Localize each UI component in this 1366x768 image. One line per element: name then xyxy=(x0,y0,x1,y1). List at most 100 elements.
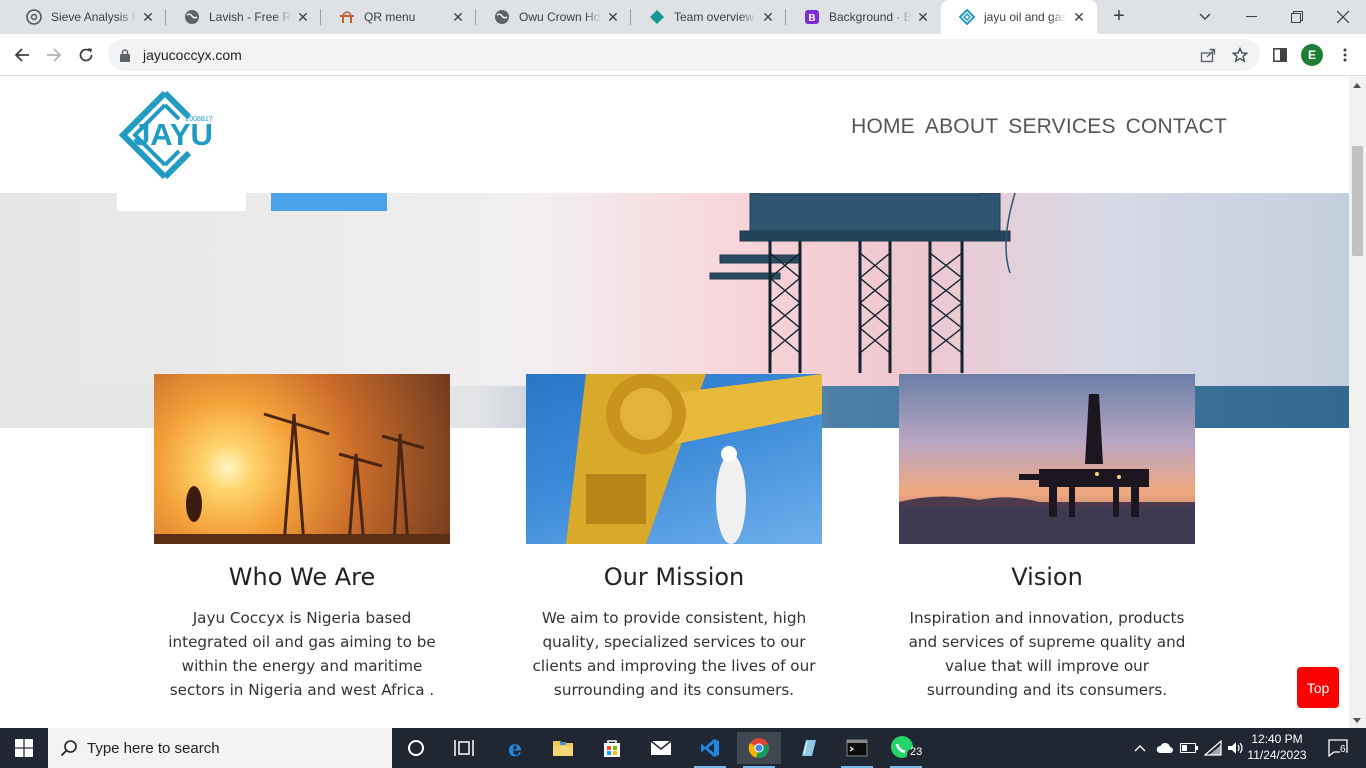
windows-logo-icon xyxy=(15,739,33,757)
close-icon[interactable]: ✕ xyxy=(605,9,621,25)
tab-title: Owu Crown Hotel xyxy=(519,10,601,24)
tab-title: Sieve Analysis Ex xyxy=(51,10,136,24)
terminal-icon[interactable] xyxy=(835,732,879,768)
windows-taskbar: Type here to search e 23 12:40 PM 11/24/… xyxy=(0,728,1366,768)
browser-toolbar: jayucoccyx.com E xyxy=(0,34,1366,76)
site-header: JAYU 2008817 HOME ABOUT SERVICES CONTACT xyxy=(0,77,1349,193)
file-explorer-icon[interactable] xyxy=(541,732,585,764)
nav-about[interactable]: ABOUT xyxy=(925,115,998,139)
nav-home[interactable]: HOME xyxy=(851,115,915,139)
system-clock[interactable]: 12:40 PM 11/24/2023 xyxy=(1247,731,1307,763)
new-tab-button[interactable]: + xyxy=(1108,6,1130,28)
search-icon xyxy=(60,739,78,757)
back-to-top-button[interactable]: Top xyxy=(1297,667,1339,708)
tab-title: Background · Bo xyxy=(829,10,911,24)
whatsapp-icon[interactable]: 23 xyxy=(884,732,928,768)
nav-services[interactable]: SERVICES xyxy=(1008,115,1115,139)
taskbar-search[interactable]: Type here to search xyxy=(48,728,392,768)
onedrive-icon[interactable] xyxy=(1154,728,1176,768)
tab-title: Lavish - Free Res xyxy=(209,10,291,24)
browser-tab[interactable]: QR menu ✕ xyxy=(321,0,476,34)
scroll-down-arrow-icon[interactable] xyxy=(1353,718,1361,723)
close-window-button[interactable] xyxy=(1320,0,1366,34)
side-panel-icon[interactable] xyxy=(1267,42,1293,68)
browser-tab[interactable]: B Background · Bo ✕ xyxy=(786,0,941,34)
back-button[interactable] xyxy=(9,42,35,68)
browser-tab-active[interactable]: jayu oil and gas ✕ xyxy=(941,0,1097,34)
card-image xyxy=(154,374,450,544)
card-vision: Vision Inspiration and innovation, produ… xyxy=(899,374,1195,702)
address-bar[interactable]: jayucoccyx.com xyxy=(108,39,1260,71)
globe-icon xyxy=(494,9,510,25)
vscode-icon[interactable] xyxy=(688,732,732,768)
qr-menu-icon xyxy=(339,9,355,25)
battery-icon[interactable] xyxy=(1178,728,1200,768)
wifi-icon[interactable] xyxy=(1202,728,1224,768)
card-title: Our Mission xyxy=(603,563,745,591)
svg-text:e: e xyxy=(508,737,522,759)
nav-contact[interactable]: CONTACT xyxy=(1126,115,1227,139)
hero-button-secondary[interactable] xyxy=(117,193,246,211)
web-page: JAYU 2008817 HOME ABOUT SERVICES CONTACT xyxy=(0,77,1349,728)
store-icon[interactable] xyxy=(590,732,634,764)
close-icon[interactable]: ✕ xyxy=(915,9,931,25)
card-our-mission: Our Mission We aim to provide consistent… xyxy=(526,374,822,702)
jayu-logo-icon xyxy=(959,9,975,25)
browser-tab[interactable]: Sieve Analysis Ex ✕ xyxy=(8,0,166,34)
card-title: Who We Are xyxy=(228,563,376,591)
clock-date: 11/24/2023 xyxy=(1247,748,1307,762)
tab-title: jayu oil and gas xyxy=(984,10,1067,24)
pumpjack-silhouette xyxy=(154,412,450,544)
reload-button[interactable] xyxy=(73,42,99,68)
edge-icon[interactable]: e xyxy=(493,732,537,764)
card-text: Jayu Coccyx is Nigeria based integrated … xyxy=(168,609,436,699)
cortana-icon[interactable] xyxy=(394,732,438,764)
volume-icon[interactable] xyxy=(1225,728,1247,768)
task-view-icon[interactable] xyxy=(442,732,486,764)
close-icon[interactable]: ✕ xyxy=(760,9,776,25)
whatsapp-badge: 23 xyxy=(910,746,923,758)
lock-icon xyxy=(120,48,132,62)
diamond-icon xyxy=(649,9,665,25)
card-image xyxy=(899,374,1195,544)
close-icon[interactable]: ✕ xyxy=(1071,9,1087,25)
main-nav: HOME ABOUT SERVICES CONTACT xyxy=(851,115,1227,139)
profile-avatar[interactable]: E xyxy=(1301,44,1323,66)
browser-tab[interactable]: Team overview | ✕ xyxy=(631,0,786,34)
page-scrollbar[interactable] xyxy=(1349,77,1366,728)
tray-overflow-icon[interactable] xyxy=(1130,728,1150,768)
svg-text:B: B xyxy=(808,13,815,24)
notepad-icon[interactable] xyxy=(786,732,830,764)
scroll-up-arrow-icon[interactable] xyxy=(1353,83,1361,88)
start-button[interactable] xyxy=(0,728,48,768)
close-icon[interactable]: ✕ xyxy=(140,9,156,25)
browser-tab-strip: Sieve Analysis Ex ✕ Lavish - Free Res ✕ … xyxy=(0,0,1366,34)
minimize-button[interactable] xyxy=(1228,0,1274,34)
globe-icon xyxy=(184,9,200,25)
close-icon[interactable]: ✕ xyxy=(450,9,466,25)
chrome-icon[interactable] xyxy=(737,732,781,768)
card-title: Vision xyxy=(1011,563,1083,591)
tab-title: QR menu xyxy=(364,10,416,24)
forward-button[interactable] xyxy=(41,42,67,68)
notification-center-icon[interactable]: 6 xyxy=(1318,728,1358,768)
more-menu-icon[interactable] xyxy=(1332,42,1358,68)
chatgpt-icon xyxy=(26,9,42,25)
site-logo[interactable]: JAYU 2008817 xyxy=(117,90,217,181)
share-icon[interactable] xyxy=(1195,42,1221,68)
card-text: Inspiration and innovation, products and… xyxy=(908,609,1186,699)
card-image xyxy=(526,374,822,544)
bootstrap-icon: B xyxy=(804,9,820,25)
bookmark-star-icon[interactable] xyxy=(1227,42,1253,68)
scrollbar-thumb[interactable] xyxy=(1352,146,1363,256)
mail-icon[interactable] xyxy=(639,732,683,764)
browser-tab[interactable]: Owu Crown Hotel ✕ xyxy=(476,0,631,34)
offshore-rig-silhouette xyxy=(899,394,1195,544)
notification-count: 6 xyxy=(1340,744,1346,755)
logo-subtext: 2008817 xyxy=(185,116,212,123)
close-icon[interactable]: ✕ xyxy=(295,9,311,25)
tab-search-icon[interactable] xyxy=(1182,0,1228,34)
restore-button[interactable] xyxy=(1274,0,1320,34)
hero-button-primary[interactable] xyxy=(271,193,387,211)
browser-tab[interactable]: Lavish - Free Res ✕ xyxy=(166,0,321,34)
